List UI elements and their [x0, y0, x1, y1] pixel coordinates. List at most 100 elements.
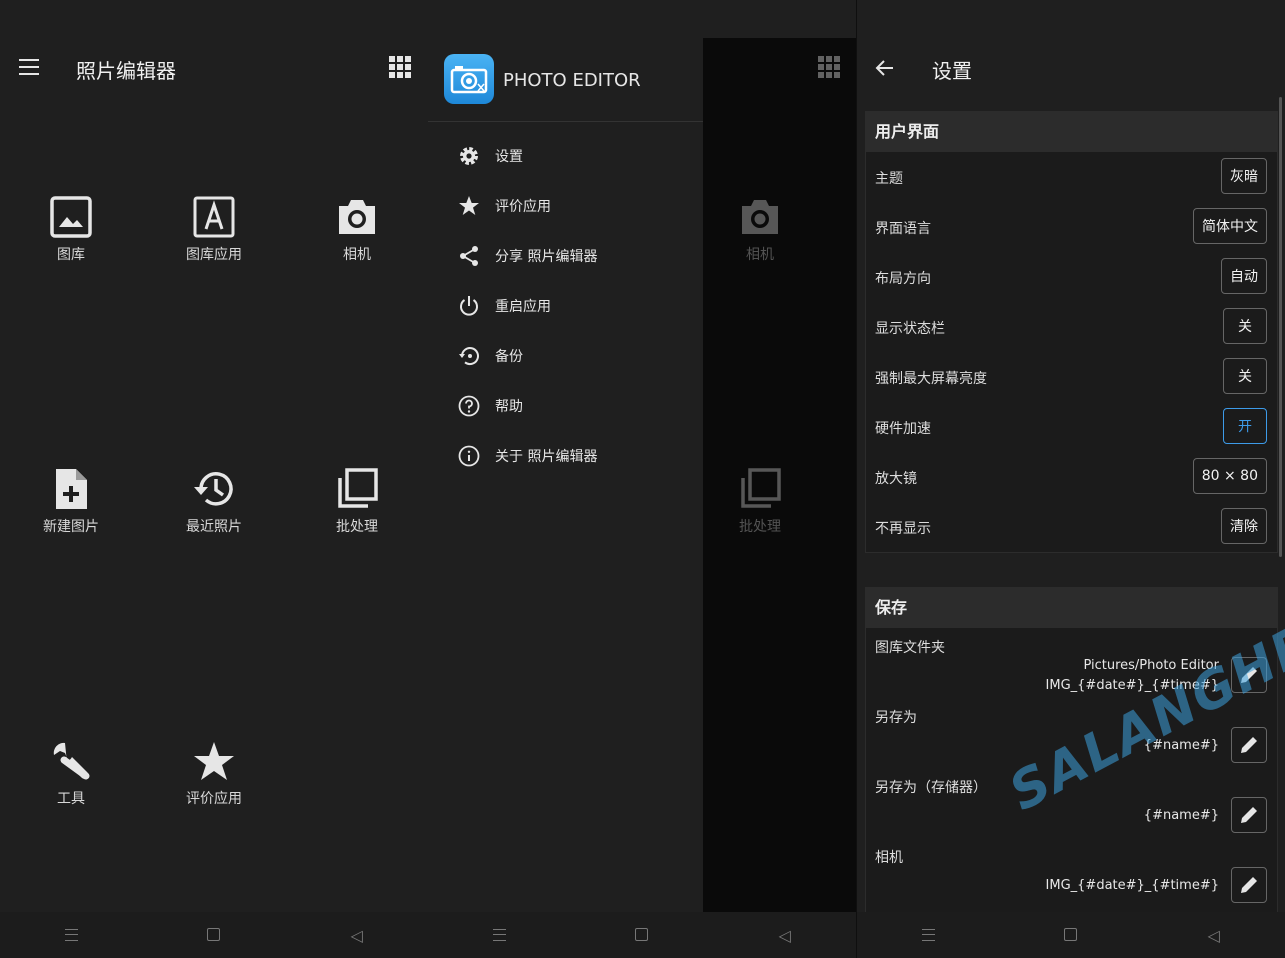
clear-button[interactable]: 清除 — [1221, 508, 1267, 544]
new-image-icon — [11, 466, 131, 512]
layout-direction-button[interactable]: 自动 — [1221, 258, 1267, 294]
nav-menu-button[interactable] — [41, 926, 101, 945]
tile-label: 新建图片 — [43, 519, 99, 535]
batch-icon — [700, 466, 820, 512]
setting-row-hardware-acceleration: 硬件加速 开 — [866, 402, 1277, 452]
drawer-item-share[interactable]: 分享 照片编辑器 — [456, 244, 597, 268]
system-nav-bar: ◁ — [857, 912, 1285, 958]
setting-row-layout-direction: 布局方向 自动 — [866, 252, 1277, 302]
setting-label: 硬件加速 — [875, 421, 931, 437]
camera-icon — [297, 194, 417, 240]
gallery-icon — [11, 194, 131, 240]
tile-batch[interactable]: 批处理 — [297, 466, 417, 536]
drawer-item-help[interactable]: 帮助 — [456, 394, 523, 418]
tile-label: 评价应用 — [186, 791, 242, 807]
tile-new-image[interactable]: 新建图片 — [11, 466, 131, 536]
nav-home-button[interactable] — [612, 926, 672, 945]
setting-value: {#name#} — [1143, 808, 1219, 823]
tile-gallery[interactable]: 图库 — [11, 194, 131, 264]
setting-label: 显示状态栏 — [875, 321, 945, 337]
nav-home-button[interactable] — [184, 926, 244, 945]
tile-tools[interactable]: 工具 — [11, 738, 131, 808]
page-title: 照片编辑器 — [76, 59, 176, 83]
tile-label: 图库应用 — [186, 247, 242, 263]
settings-screen: 设置 用户界面 主题 灰暗 界面语言 简体中文 布局方向 自动 显示状态栏 关 … — [857, 0, 1285, 958]
theme-button[interactable]: 灰暗 — [1221, 158, 1267, 194]
drawer-item-label: 帮助 — [495, 399, 523, 415]
tile-batch-dimmed: 批处理 — [700, 466, 820, 536]
home-toolbar: 照片编辑器 — [0, 0, 428, 136]
tile-label: 工具 — [57, 791, 85, 807]
tile-camera-dimmed: 相机 — [700, 194, 820, 264]
drawer-item-label: 关于 照片编辑器 — [495, 449, 598, 465]
page-title: 设置 — [932, 59, 972, 83]
nav-home-button[interactable] — [1041, 926, 1101, 945]
info-icon — [456, 445, 482, 467]
setting-value: IMG_{#date#}_{#time#} — [1045, 878, 1219, 893]
wrench-icon — [11, 738, 131, 784]
navigation-drawer: PHOTO EDITOR 设置 评价应用 分享 照片编辑器 重启应用 备份 帮助 — [428, 0, 703, 912]
edit-button[interactable] — [1231, 727, 1267, 763]
setting-label: 强制最大屏幕亮度 — [875, 371, 987, 387]
history-icon — [154, 466, 274, 512]
apps-grid-icon[interactable] — [389, 56, 411, 78]
home-screen: 照片编辑器 图库 图库应用 相机 新建图片 最近照片 批处理 工具 评价应用 ◁ — [0, 0, 428, 958]
drawer-divider — [428, 121, 703, 122]
drawer-item-restart[interactable]: 重启应用 — [456, 294, 551, 318]
setting-label: 另存为 — [875, 710, 917, 726]
section-header: 保存 — [866, 588, 1277, 628]
setting-row-language: 界面语言 简体中文 — [866, 202, 1277, 252]
drawer-app-name: PHOTO EDITOR — [503, 70, 641, 91]
tile-recent[interactable]: 最近照片 — [154, 466, 274, 536]
setting-label: 相机 — [875, 850, 903, 866]
nav-back-button[interactable]: ◁ — [327, 926, 387, 945]
drawer-item-about[interactable]: 关于 照片编辑器 — [456, 444, 597, 468]
star-icon — [456, 195, 482, 217]
nav-menu-button[interactable] — [898, 926, 958, 945]
drawer-item-backup[interactable]: 备份 — [456, 344, 523, 368]
edit-button[interactable] — [1231, 797, 1267, 833]
setting-row-dont-show-again: 不再显示 清除 — [866, 502, 1277, 552]
hamburger-menu-icon[interactable] — [19, 59, 39, 75]
setting-label: 另存为（存储器） — [875, 780, 987, 796]
setting-row-camera: 相机 IMG_{#date#}_{#time#} — [866, 838, 1277, 908]
setting-label: 放大镜 — [875, 471, 917, 487]
tile-label: 批处理 — [336, 519, 378, 535]
star-icon — [154, 738, 274, 784]
drawer-scrim[interactable]: 相机 批处理 — [703, 38, 856, 912]
drawer-item-label: 评价应用 — [495, 199, 551, 215]
drawer-item-label: 重启应用 — [495, 299, 551, 315]
tile-gallery-app[interactable]: 图库应用 — [154, 194, 274, 264]
drawer-item-label: 设置 — [495, 149, 523, 165]
nav-menu-button[interactable] — [469, 926, 529, 945]
system-nav-bar: ◁ — [0, 912, 428, 958]
drawer-item-settings[interactable]: 设置 — [456, 144, 523, 168]
setting-label: 图库文件夹 — [875, 640, 945, 656]
language-button[interactable]: 简体中文 — [1193, 208, 1267, 244]
setting-row-theme: 主题 灰暗 — [866, 152, 1277, 202]
tile-label: 批处理 — [739, 519, 781, 535]
pencil-icon — [1241, 737, 1257, 753]
drawer-item-rate[interactable]: 评价应用 — [456, 194, 551, 218]
setting-row-magnifier: 放大镜 80 × 80 — [866, 452, 1277, 502]
setting-row-status-bar: 显示状态栏 关 — [866, 302, 1277, 352]
tile-rate[interactable]: 评价应用 — [154, 738, 274, 808]
magnifier-button[interactable]: 80 × 80 — [1192, 458, 1267, 494]
setting-label: 主题 — [875, 171, 903, 187]
batch-icon — [297, 466, 417, 512]
setting-row-max-brightness: 强制最大屏幕亮度 关 — [866, 352, 1277, 402]
pencil-icon — [1241, 877, 1257, 893]
hardware-acceleration-toggle[interactable]: 开 — [1223, 408, 1267, 444]
nav-back-button[interactable]: ◁ — [1184, 926, 1244, 945]
max-brightness-toggle[interactable]: 关 — [1223, 358, 1267, 394]
tile-label: 最近照片 — [186, 519, 242, 535]
pencil-icon — [1241, 807, 1257, 823]
system-nav-bar: ◁ — [428, 912, 856, 958]
backup-icon — [456, 345, 482, 367]
tile-camera[interactable]: 相机 — [297, 194, 417, 264]
back-arrow-icon[interactable] — [873, 56, 897, 80]
scrollbar[interactable] — [1279, 97, 1282, 557]
status-bar-toggle[interactable]: 关 — [1223, 308, 1267, 344]
edit-button[interactable] — [1231, 867, 1267, 903]
nav-back-button[interactable]: ◁ — [755, 926, 815, 945]
